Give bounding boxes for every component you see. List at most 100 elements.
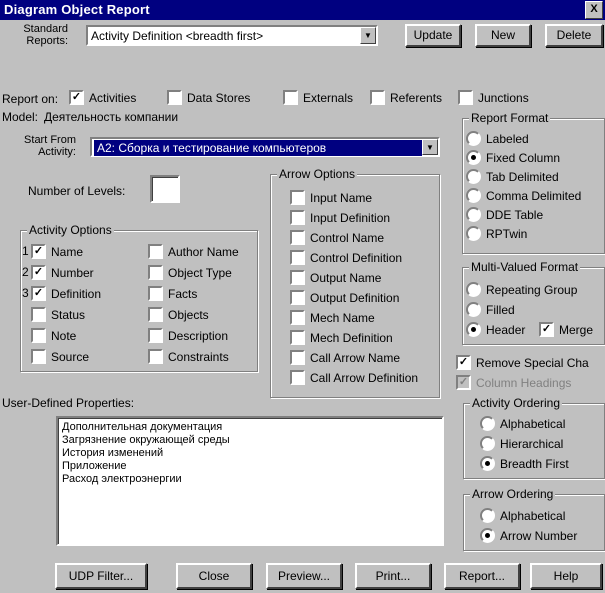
checkbox[interactable] bbox=[458, 90, 473, 106]
option-definition[interactable]: 3 ✓ Definition bbox=[22, 286, 101, 302]
checkbox[interactable] bbox=[148, 286, 163, 302]
report-on-data-stores[interactable]: Data Stores bbox=[167, 90, 250, 106]
checkbox[interactable] bbox=[290, 210, 305, 226]
arrow-option-mech-name[interactable]: Mech Name bbox=[290, 310, 375, 326]
arrow-option-mech-definition[interactable]: Mech Definition bbox=[290, 330, 393, 346]
checkbox[interactable] bbox=[290, 250, 305, 266]
checkbox[interactable] bbox=[283, 90, 298, 106]
checkbox[interactable] bbox=[167, 90, 182, 106]
radio[interactable] bbox=[466, 188, 481, 204]
ordering-breadth-first[interactable]: Breadth First bbox=[480, 456, 569, 472]
radio[interactable] bbox=[480, 508, 495, 524]
ordering-alphabetical[interactable]: Alphabetical bbox=[480, 416, 565, 432]
radio[interactable] bbox=[480, 456, 495, 472]
remove-special-chars[interactable]: ✓ Remove Special Cha bbox=[456, 355, 589, 371]
report-button[interactable]: Report... bbox=[444, 563, 520, 589]
merge-option[interactable]: ✓ Merge bbox=[539, 322, 593, 338]
standard-reports-select[interactable]: Activity Definition <breadth first> ▼ bbox=[86, 25, 378, 46]
checkbox[interactable] bbox=[290, 290, 305, 306]
arrow-ordering-number[interactable]: Arrow Number bbox=[480, 528, 577, 544]
help-button[interactable]: Help bbox=[530, 563, 602, 589]
option-name[interactable]: 1 ✓ Name bbox=[22, 244, 83, 260]
close-icon[interactable]: X bbox=[585, 1, 603, 19]
multi-repeating-group[interactable]: Repeating Group bbox=[466, 282, 577, 298]
checkbox[interactable] bbox=[148, 307, 163, 323]
option-number[interactable]: 2 ✓ Number bbox=[22, 265, 94, 281]
checkbox[interactable] bbox=[148, 349, 163, 365]
format-comma-delimited[interactable]: Comma Delimited bbox=[466, 188, 581, 204]
checkbox[interactable] bbox=[370, 90, 385, 106]
checkbox[interactable]: ✓ bbox=[31, 265, 46, 281]
checkbox[interactable] bbox=[148, 244, 163, 260]
option-source[interactable]: Source bbox=[22, 349, 89, 365]
radio[interactable] bbox=[466, 150, 481, 166]
levels-input[interactable] bbox=[150, 175, 180, 203]
option-constraints[interactable]: Constraints bbox=[148, 349, 229, 365]
column-headings[interactable]: ✓ Column Headings bbox=[456, 375, 571, 391]
arrow-option-control-definition[interactable]: Control Definition bbox=[290, 250, 402, 266]
arrow-option-input-definition[interactable]: Input Definition bbox=[290, 210, 390, 226]
checkbox[interactable] bbox=[31, 328, 46, 344]
radio[interactable] bbox=[466, 131, 481, 147]
checkbox[interactable] bbox=[148, 328, 163, 344]
radio[interactable] bbox=[466, 302, 481, 318]
list-item[interactable]: Расход электроэнергии bbox=[58, 473, 442, 486]
option-object-type[interactable]: Object Type bbox=[148, 265, 232, 281]
radio[interactable] bbox=[466, 322, 481, 338]
radio[interactable] bbox=[480, 416, 495, 432]
option-facts[interactable]: Facts bbox=[148, 286, 197, 302]
option-author-name[interactable]: Author Name bbox=[148, 244, 239, 260]
arrow-option-control-name[interactable]: Control Name bbox=[290, 230, 384, 246]
report-on-activities[interactable]: ✓ Activities bbox=[69, 90, 136, 106]
chevron-down-icon[interactable]: ▼ bbox=[360, 27, 376, 44]
checkbox[interactable]: ✓ bbox=[31, 286, 46, 302]
multi-filled[interactable]: Filled bbox=[466, 302, 515, 318]
list-item[interactable]: Приложение bbox=[58, 460, 442, 473]
arrow-option-call-arrow-name[interactable]: Call Arrow Name bbox=[290, 350, 400, 366]
checkbox[interactable] bbox=[31, 307, 46, 323]
checkbox[interactable]: ✓ bbox=[31, 244, 46, 260]
radio[interactable] bbox=[466, 169, 481, 185]
checkbox[interactable] bbox=[290, 350, 305, 366]
checkbox[interactable] bbox=[290, 310, 305, 326]
radio[interactable] bbox=[480, 528, 495, 544]
radio[interactable] bbox=[466, 226, 481, 242]
close-button[interactable]: Close bbox=[176, 563, 252, 589]
checkbox[interactable]: ✓ bbox=[539, 322, 554, 338]
arrow-option-output-definition[interactable]: Output Definition bbox=[290, 290, 399, 306]
format-fixed-column[interactable]: Fixed Column bbox=[466, 150, 560, 166]
radio[interactable] bbox=[480, 436, 495, 452]
arrow-ordering-alphabetical[interactable]: Alphabetical bbox=[480, 508, 565, 524]
arrow-option-call-arrow-definition[interactable]: Call Arrow Definition bbox=[290, 370, 418, 386]
new-button[interactable]: New bbox=[475, 24, 531, 47]
arrow-option-input-name[interactable]: Input Name bbox=[290, 190, 372, 206]
checkbox[interactable] bbox=[290, 230, 305, 246]
format-labeled[interactable]: Labeled bbox=[466, 131, 529, 147]
option-status[interactable]: Status bbox=[22, 307, 85, 323]
option-description[interactable]: Description bbox=[148, 328, 228, 344]
chevron-down-icon[interactable]: ▼ bbox=[422, 139, 438, 155]
list-item[interactable]: Дополнительная документация bbox=[58, 418, 442, 434]
option-note[interactable]: Note bbox=[22, 328, 76, 344]
list-item[interactable]: Загрязнение окружающей среды bbox=[58, 434, 442, 447]
checkbox[interactable] bbox=[290, 270, 305, 286]
checkbox[interactable] bbox=[31, 349, 46, 365]
checkbox[interactable]: ✓ bbox=[456, 355, 471, 371]
arrow-option-output-name[interactable]: Output Name bbox=[290, 270, 381, 286]
radio[interactable] bbox=[466, 282, 481, 298]
list-item[interactable]: История изменений bbox=[58, 447, 442, 460]
update-button[interactable]: Update bbox=[405, 24, 461, 47]
print-button[interactable]: Print... bbox=[355, 563, 431, 589]
format-rptwin[interactable]: RPTwin bbox=[466, 226, 527, 242]
format-dde-table[interactable]: DDE Table bbox=[466, 207, 543, 223]
multi-header[interactable]: Header bbox=[466, 322, 525, 338]
checkbox[interactable] bbox=[148, 265, 163, 281]
report-on-externals[interactable]: Externals bbox=[283, 90, 353, 106]
start-from-select[interactable]: A2: Сборка и тестирование компьютеров ▼ bbox=[90, 137, 440, 157]
udp-listbox[interactable]: Дополнительная документация Загрязнение … bbox=[56, 416, 444, 546]
udp-filter-button[interactable]: UDP Filter... bbox=[55, 563, 147, 589]
checkbox[interactable]: ✓ bbox=[69, 90, 84, 106]
preview-button[interactable]: Preview... bbox=[266, 563, 342, 589]
format-tab-delimited[interactable]: Tab Delimited bbox=[466, 169, 559, 185]
checkbox[interactable] bbox=[290, 370, 305, 386]
